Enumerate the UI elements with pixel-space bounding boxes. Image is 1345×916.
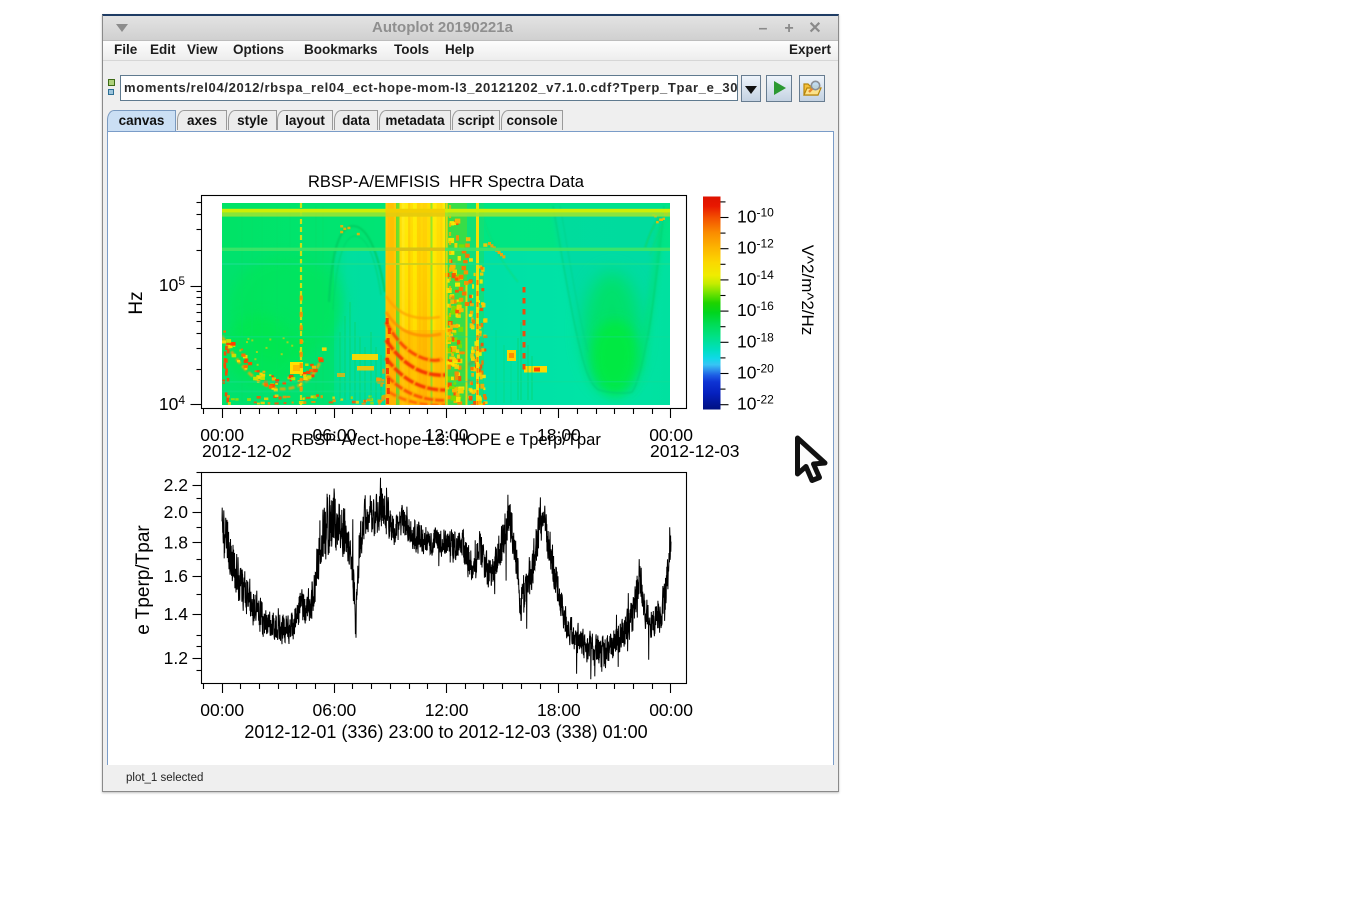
svg-text:10-16: 10-16 xyxy=(737,299,774,320)
svg-text:06:00: 06:00 xyxy=(313,700,357,720)
svg-text:1.8: 1.8 xyxy=(164,532,188,552)
svg-text:2012-12-03: 2012-12-03 xyxy=(650,441,740,461)
svg-text:2.0: 2.0 xyxy=(164,502,189,522)
svg-text:1.6: 1.6 xyxy=(164,566,188,586)
svg-text:00:00: 00:00 xyxy=(200,700,244,720)
svg-text:00:00: 00:00 xyxy=(649,700,693,720)
svg-text:18:00: 18:00 xyxy=(537,425,581,445)
svg-text:RBSP-A/EMFISIS HFR Spectra Da: RBSP-A/EMFISIS HFR Spectra Data xyxy=(308,173,585,191)
svg-text:2012-12-01 (336) 23:00 to 2012: 2012-12-01 (336) 23:00 to 2012-12-03 (33… xyxy=(244,722,647,742)
svg-text:10-20: 10-20 xyxy=(737,362,774,383)
svg-text:06:00: 06:00 xyxy=(313,425,357,445)
svg-text:Hz: Hz xyxy=(126,291,147,314)
svg-text:105: 105 xyxy=(159,274,185,295)
svg-text:2012-12-02: 2012-12-02 xyxy=(202,441,292,461)
svg-text:18:00: 18:00 xyxy=(537,700,581,720)
svg-text:1.2: 1.2 xyxy=(164,648,188,668)
svg-text:12:00: 12:00 xyxy=(425,700,469,720)
svg-text:e Tperp/Tpar: e Tperp/Tpar xyxy=(133,525,154,635)
svg-text:104: 104 xyxy=(159,393,185,414)
svg-text:2.2: 2.2 xyxy=(164,475,188,495)
svg-text:10-22: 10-22 xyxy=(737,393,774,414)
svg-text:10-14: 10-14 xyxy=(737,268,774,289)
svg-text:12:00: 12:00 xyxy=(425,425,469,445)
svg-text:1.4: 1.4 xyxy=(164,604,189,624)
svg-text:10-18: 10-18 xyxy=(737,330,774,351)
svg-text:10-10: 10-10 xyxy=(737,206,774,227)
svg-text:10-12: 10-12 xyxy=(737,237,774,258)
svg-text:V^2/m^2/Hz: V^2/m^2/Hz xyxy=(798,245,817,336)
